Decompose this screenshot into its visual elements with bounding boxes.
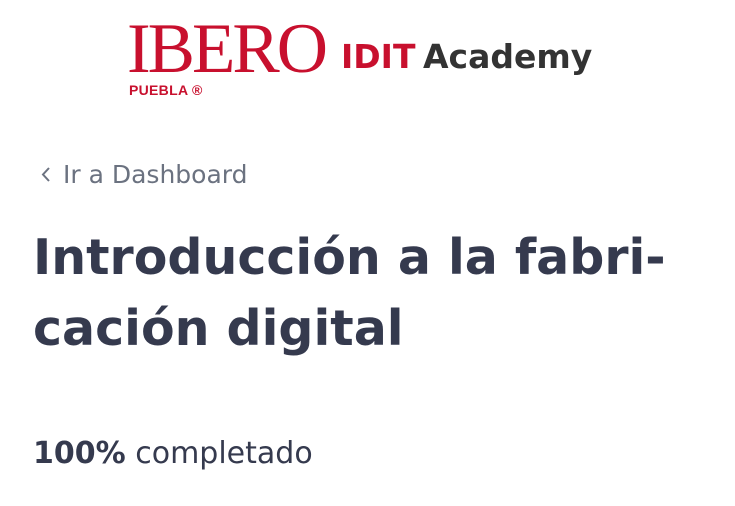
course-title-line-2: cación digital [33,300,404,357]
idit-logo-text: IDIT [341,37,416,76]
progress-percentage: 100% [33,436,126,471]
course-title: Introducción a la fabri- cación digital [33,222,693,364]
ibero-logo-subtitle: PUEBLA ® [129,82,203,98]
back-to-dashboard-link[interactable]: Ir a Dashboard [40,160,248,189]
course-title-line-1: Introducción a la fabri- [33,229,666,286]
site-logo[interactable]: IBERO PUEBLA ® IDIT Academy [127,14,627,104]
ibero-logo-text: IBERO [127,10,328,88]
chevron-left-icon [41,167,50,182]
progress-label: completado [135,436,313,471]
academy-logo-text: Academy [423,37,593,76]
back-link-label: Ir a Dashboard [63,160,248,189]
course-progress: 100% completado [33,436,313,471]
